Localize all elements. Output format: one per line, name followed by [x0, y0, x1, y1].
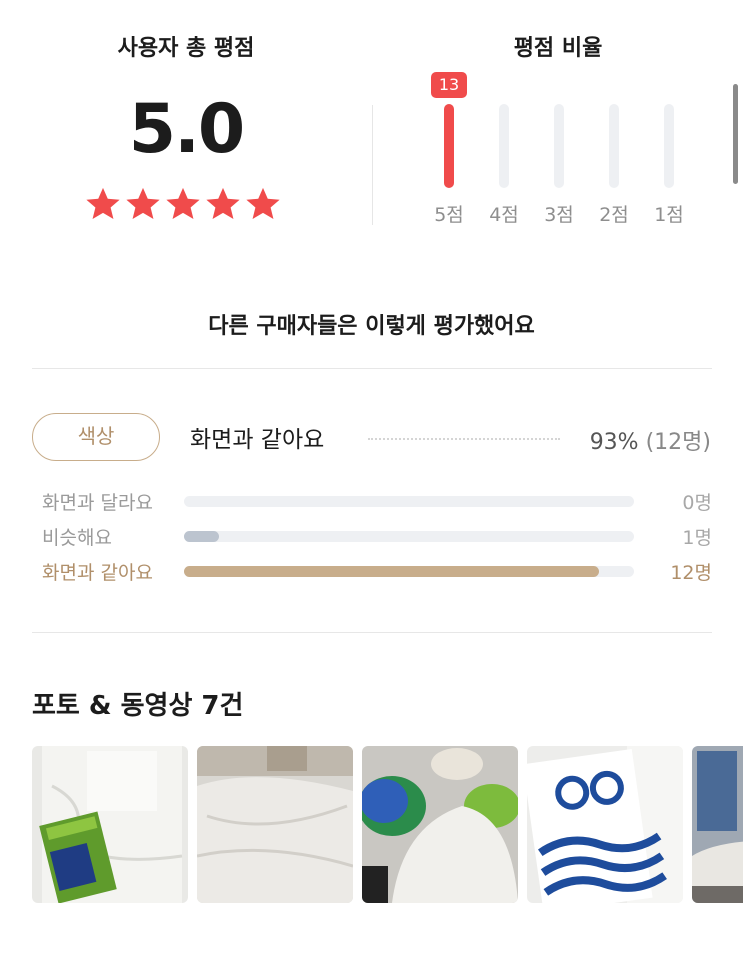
- option-track: [184, 566, 634, 577]
- room-photo-image: [692, 746, 743, 903]
- option-track: [184, 496, 634, 507]
- ratio-fill: [444, 104, 454, 188]
- top-answer-label: 화면과 같아요: [190, 427, 325, 453]
- star-icon: [206, 187, 240, 220]
- ratio-label: 1점: [654, 204, 684, 226]
- ratio-bar-4: 4점: [479, 72, 529, 232]
- star-icon: [166, 187, 200, 220]
- photo-thumbnail[interactable]: [527, 746, 683, 903]
- option-count: 1명: [682, 527, 712, 549]
- option-fill: [184, 531, 219, 542]
- option-fill: [184, 566, 600, 577]
- divider: [32, 632, 712, 633]
- option-row-same: 화면과 같아요 12명: [42, 558, 712, 584]
- star-icon: [86, 187, 120, 220]
- percent-value: 93%: [589, 430, 639, 455]
- ratio-track: [444, 104, 454, 188]
- rating-ratio-title: 평점 비율: [513, 36, 603, 61]
- option-track: [184, 531, 634, 542]
- ratio-bar-3: 3점: [534, 72, 584, 232]
- star-rating: [84, 185, 282, 223]
- total-rating-title: 사용자 총 평점: [117, 36, 255, 61]
- ratio-track: [609, 104, 619, 188]
- photo-thumbnail[interactable]: [692, 746, 743, 903]
- package-photo-image: [527, 746, 683, 903]
- photo-strip[interactable]: [32, 746, 743, 903]
- option-label: 비슷해요: [42, 527, 112, 549]
- product-photo-image: [32, 746, 188, 903]
- photos-title: 포토 & 동영상 7건: [32, 691, 244, 721]
- option-row-different: 화면과 달라요 0명: [42, 488, 712, 514]
- photo-thumbnail[interactable]: [32, 746, 188, 903]
- ratio-bar-1: 1점: [644, 72, 694, 232]
- ratio-bar-5: 13 5점: [424, 72, 474, 232]
- option-label: 화면과 달라요: [42, 492, 153, 514]
- ratio-track: [554, 104, 564, 188]
- star-icon: [126, 187, 160, 220]
- ratio-label: 4점: [489, 204, 519, 226]
- ratio-track: [664, 104, 674, 188]
- attribute-chip-color[interactable]: 색상: [32, 413, 160, 461]
- divider: [32, 368, 712, 369]
- ratio-label: 5점: [434, 204, 464, 226]
- photo-thumbnail[interactable]: [197, 746, 353, 903]
- dotted-leader: [368, 438, 560, 440]
- ratio-bar-2: 2점: [589, 72, 639, 232]
- option-label: 화면과 같아요: [42, 562, 153, 584]
- option-count: 0명: [682, 492, 712, 514]
- option-count: 12명: [670, 562, 712, 584]
- average-score: 5.0: [128, 90, 245, 169]
- scrollbar[interactable]: [733, 84, 738, 184]
- photo-thumbnail[interactable]: [362, 746, 518, 903]
- bed-with-toys-photo-image: [362, 746, 518, 903]
- top-answer-percent: 93% (12명): [590, 424, 711, 456]
- ratio-label: 3점: [544, 204, 574, 226]
- star-icon: [246, 187, 280, 220]
- people-count: (12명): [645, 430, 711, 455]
- duvet-photo-image: [197, 746, 353, 903]
- others-evaluation-title: 다른 구매자들은 이렇게 평가했어요: [208, 314, 535, 339]
- ratio-track: [499, 104, 509, 188]
- ratio-count-badge: 13: [431, 72, 467, 98]
- ratio-label: 2점: [599, 204, 629, 226]
- option-row-similar: 비슷해요 1명: [42, 523, 712, 549]
- vertical-divider: [372, 105, 373, 225]
